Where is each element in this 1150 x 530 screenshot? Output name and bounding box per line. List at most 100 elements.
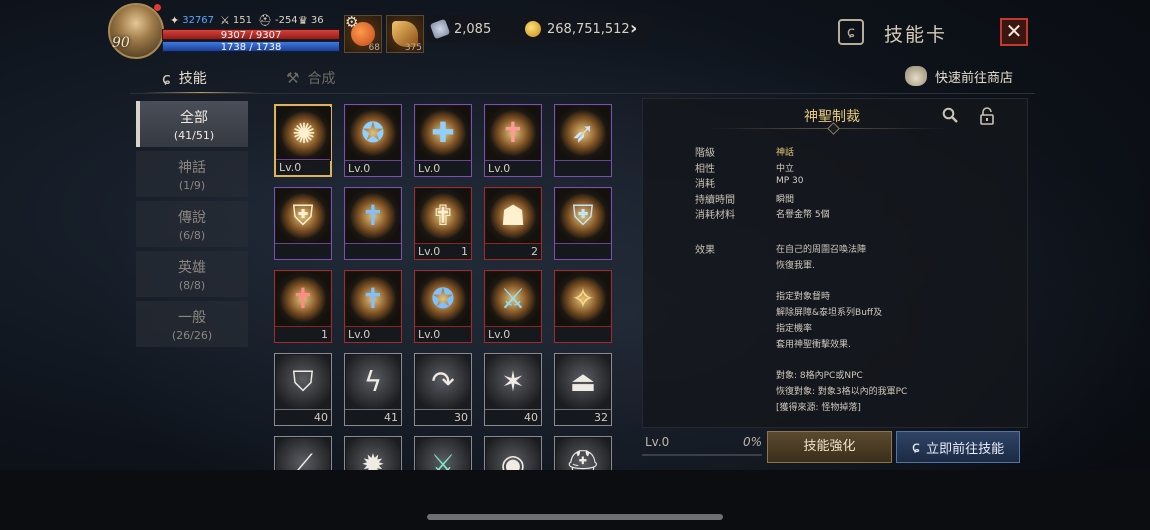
skill-card[interactable]: ✪ Lv.0	[414, 270, 472, 343]
skill-card[interactable]: ✝	[344, 187, 402, 260]
skill-card-footer: 1	[275, 326, 331, 342]
category-normal-name: 一般	[178, 310, 206, 326]
skill-card[interactable]: ✺ Lv.0	[274, 104, 332, 177]
skill-card[interactable]: ✚ Lv.0	[414, 104, 472, 177]
arc-arrow-icon: ↷	[431, 365, 455, 398]
skill-art: ✹	[346, 438, 400, 470]
close-button[interactable]: ✕	[1000, 18, 1028, 46]
potion-count: 68	[368, 43, 380, 53]
gear-icon[interactable]: ⚙	[345, 13, 358, 31]
skill-card[interactable]: ☗ 2	[484, 187, 542, 260]
blue-tome-icon: ✝	[361, 282, 385, 315]
skill-art: ◉	[486, 438, 540, 470]
skill-card[interactable]: ✝ Lv.0	[344, 270, 402, 343]
skill-card-footer: 40	[275, 409, 331, 425]
enhance-skill-button[interactable]: 技能強化	[767, 431, 892, 463]
go-to-skill-button[interactable]: ɕ 立即前往技能	[896, 431, 1020, 463]
quick-shop-link[interactable]: 快速前往商店	[905, 66, 1013, 86]
skill-card[interactable]: ➶	[554, 104, 612, 177]
skill-card-level: Lv.0	[348, 328, 371, 341]
attribute-value: MP 30	[776, 176, 804, 186]
skill-card[interactable]: ✝ 1	[274, 270, 332, 343]
category-hero[interactable]: 英雄 (8/8)	[136, 251, 248, 297]
tab-skills[interactable]: ɕ 技能	[162, 66, 207, 90]
helmet-icon: ⛑	[258, 14, 272, 27]
praying-hands-icon: ☗	[500, 199, 526, 232]
category-hero-count: (8/8)	[178, 279, 206, 292]
holy-burst-icon: ✺	[292, 117, 316, 150]
skill-art: ✶	[486, 355, 540, 409]
red-tome-icon: ✝	[291, 282, 315, 315]
skill-art: ➶	[556, 106, 610, 160]
skill-card[interactable]: ⛨	[274, 187, 332, 260]
attribute-value: 名譽金幣 5個	[776, 210, 830, 220]
progress-track	[642, 454, 762, 456]
category-normal[interactable]: 一般 (26/26)	[136, 301, 248, 347]
category-myth[interactable]: 神話 (1/9)	[136, 151, 248, 197]
twin-swords-icon: ⚔	[430, 448, 456, 471]
attribute-value: 中立	[776, 163, 795, 174]
gear-burst-icon: ✹	[361, 448, 385, 471]
lock-icon[interactable]	[980, 107, 994, 125]
skill-card[interactable]: ✟ Lv.0 1	[414, 187, 472, 260]
effect-line: 對象: 8格內PC或NPC	[776, 371, 863, 382]
tab-synthesis[interactable]: ⚒ 合成	[286, 66, 335, 90]
skill-card[interactable]: ✝ Lv.0	[484, 104, 542, 177]
skill-card-count: 40	[524, 411, 538, 424]
skill-card[interactable]: ↷ 30	[414, 353, 472, 426]
skill-card[interactable]: ϟ 41	[344, 353, 402, 426]
skill-card-footer	[345, 243, 401, 259]
attribute-label: 消耗材料	[695, 210, 735, 221]
skill-progress: Lv.0 0%	[642, 430, 762, 456]
effect-line: 指定機率	[776, 324, 813, 334]
skill-card[interactable]: ⚔ Lv.0	[484, 270, 542, 343]
skill-art: ⏏	[556, 355, 610, 409]
skill-card[interactable]: ✧	[554, 270, 612, 343]
blue-tome-icon: ✝	[361, 199, 385, 232]
skill-card-level: Lv.0	[418, 245, 441, 258]
skill-card[interactable]: ✹	[344, 436, 402, 470]
stat-attack-value: 151	[232, 15, 252, 26]
skill-card[interactable]: ◉	[484, 436, 542, 470]
stat-defense: ⛑ -254	[258, 14, 298, 27]
skill-art: ↷	[416, 355, 470, 409]
skill-card[interactable]: ⛑	[554, 436, 612, 470]
scroll-slot[interactable]: 375	[386, 15, 424, 53]
search-icon[interactable]	[942, 107, 958, 123]
skill-art: ✪	[346, 106, 400, 160]
skill-progress-percent: 0%	[742, 435, 762, 449]
skill-card[interactable]: ⛨	[554, 187, 612, 260]
skill-art: ⟋	[276, 438, 330, 470]
bottom-bar	[0, 470, 1150, 530]
hp-text: 9307 / 9307	[220, 30, 282, 41]
notification-dot	[154, 4, 161, 11]
skill-card-level: Lv.0	[488, 162, 511, 175]
tab-synthesis-label: 合成	[307, 71, 336, 87]
hp-bar: 9307 / 9307	[162, 29, 340, 41]
category-all-name: 全部	[180, 110, 208, 126]
skill-card-footer	[555, 160, 611, 176]
skill-card-footer: Lv.0	[276, 159, 330, 175]
exp-icon: ✧	[571, 282, 595, 315]
category-all[interactable]: 全部 (41/51)	[136, 101, 248, 147]
skill-card[interactable]: ⛉ 40	[274, 353, 332, 426]
stat-trophy: ♛ 36	[298, 14, 324, 27]
skill-card[interactable]: ✪ Lv.0	[344, 104, 402, 177]
skill-art: ⛨	[556, 189, 610, 243]
home-indicator[interactable]	[427, 514, 723, 520]
skill-card-footer: Lv.0	[415, 326, 471, 342]
effect-line: [獲得來源: 怪物掉落]	[776, 403, 861, 413]
skill-card[interactable]: ⏏ 32	[554, 353, 612, 426]
power-icon: ✦	[170, 14, 180, 27]
skill-card[interactable]: ⟋	[274, 436, 332, 470]
currency-crystal: 2,085	[429, 16, 492, 42]
skill-card[interactable]: ✶ 40	[484, 353, 542, 426]
attribute-label: 階級	[695, 148, 715, 159]
category-legend[interactable]: 傳說 (6/8)	[136, 201, 248, 247]
skill-card-level: Lv.0	[488, 328, 511, 341]
chevron-right-icon[interactable]: ›	[630, 18, 637, 39]
crystal-amount: 2,085	[454, 21, 492, 37]
holy-shield-icon: ✚	[431, 116, 455, 149]
skill-card[interactable]: ⚔	[414, 436, 472, 470]
effect-line: 套用神聖衝擊效果.	[776, 339, 851, 350]
